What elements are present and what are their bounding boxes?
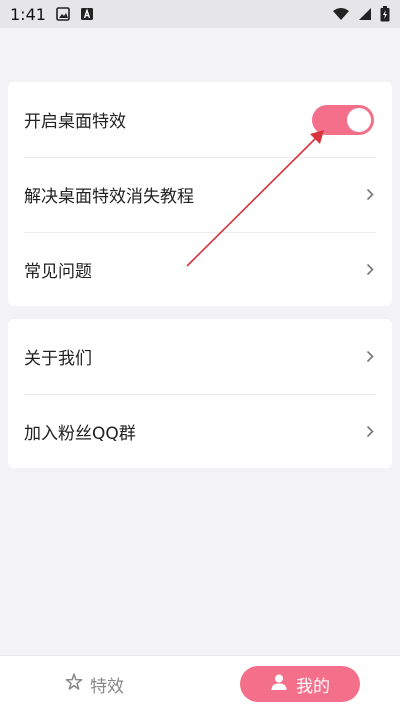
- text-a-icon: [80, 7, 94, 21]
- row-label: 解决桌面特效消失教程: [24, 187, 194, 207]
- row-label: 常见问题: [24, 262, 92, 282]
- row-label: 关于我们: [24, 349, 92, 369]
- image-icon: [56, 7, 70, 21]
- chevron-right-icon: [364, 187, 376, 203]
- tab-mine-label: 我的: [296, 676, 330, 697]
- chevron-right-icon: [364, 349, 376, 365]
- row-fix-effects-tutorial[interactable]: 解决桌面特效消失教程: [8, 157, 392, 232]
- bottom-nav: 特效 我的: [0, 655, 400, 711]
- row-about-us[interactable]: 关于我们: [8, 319, 392, 394]
- wifi-icon: [332, 7, 350, 21]
- row-join-fan-qq-group[interactable]: 加入粉丝QQ群: [8, 394, 392, 469]
- tab-effects-label: 特效: [90, 676, 124, 697]
- toggle-knob: [347, 107, 371, 132]
- chevron-right-icon: [364, 424, 376, 440]
- row-label: 开启桌面特效: [24, 112, 126, 132]
- user-icon: [270, 673, 288, 696]
- tab-mine[interactable]: 我的: [240, 666, 360, 702]
- settings-group-2: 关于我们 加入粉丝QQ群: [8, 319, 392, 468]
- row-faq[interactable]: 常见问题: [8, 232, 392, 307]
- signal-icon: [358, 7, 372, 21]
- enable-effects-toggle[interactable]: [312, 104, 374, 135]
- settings-group-1: 开启桌面特效 解决桌面特效消失教程 常见问题: [8, 82, 392, 306]
- sparkle-star-icon: [64, 672, 84, 697]
- status-time: 1:41: [10, 4, 46, 24]
- row-enable-desktop-effects: 开启桌面特效: [8, 82, 392, 157]
- battery-charging-icon: [380, 6, 390, 22]
- status-bar: 1:41: [0, 0, 400, 28]
- row-label: 加入粉丝QQ群: [24, 424, 136, 444]
- tab-effects[interactable]: 特效: [64, 668, 124, 700]
- chevron-right-icon: [364, 262, 376, 278]
